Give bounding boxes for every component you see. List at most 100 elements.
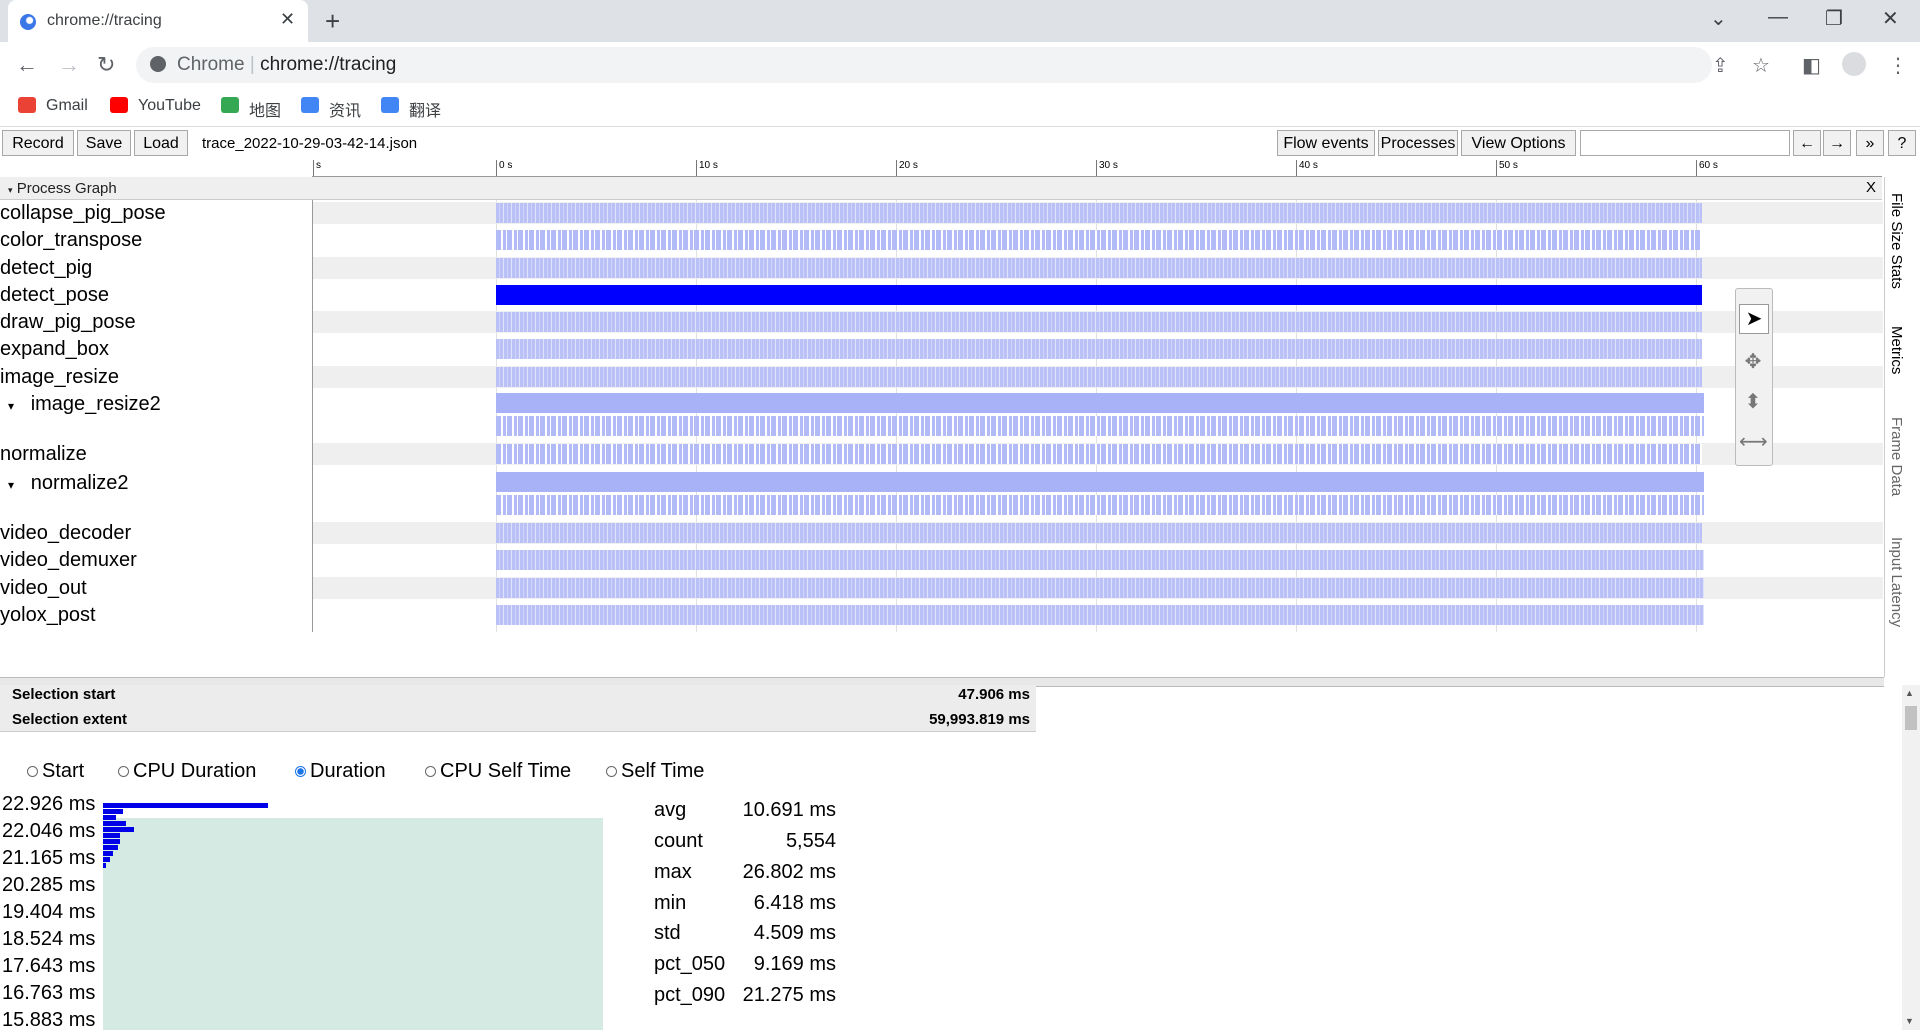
process-graph-header[interactable] bbox=[0, 177, 1882, 200]
side-panel-icon[interactable]: ◧ bbox=[1802, 53, 1821, 78]
record-button[interactable]: Record bbox=[2, 130, 74, 156]
radio-self-time[interactable]: Self Time bbox=[606, 760, 704, 783]
translate-icon bbox=[381, 97, 399, 113]
track-label[interactable]: expand_box bbox=[0, 338, 109, 361]
radio-cpu-self-time[interactable]: CPU Self Time bbox=[425, 760, 571, 783]
tab-search-icon[interactable]: ⌄ bbox=[1710, 6, 1727, 31]
minimize-button[interactable]: — bbox=[1768, 6, 1788, 29]
track-slices[interactable] bbox=[496, 393, 1704, 413]
scrollbar-thumb[interactable] bbox=[1905, 706, 1917, 730]
save-button[interactable]: Save bbox=[77, 130, 131, 156]
track-subslices[interactable] bbox=[496, 416, 1704, 436]
vertical-scrollbar[interactable] bbox=[1902, 685, 1920, 1030]
bookmark-gmail[interactable]: Gmail bbox=[46, 97, 88, 115]
radio-start[interactable]: Start bbox=[27, 760, 84, 783]
view-options-button[interactable]: View Options bbox=[1461, 130, 1576, 156]
pan-icon[interactable]: ✥ bbox=[1739, 348, 1767, 376]
flow-events-button[interactable]: Flow events bbox=[1277, 130, 1375, 156]
share-icon[interactable]: ⇪ bbox=[1712, 53, 1729, 78]
reload-icon[interactable]: ↻ bbox=[97, 52, 115, 78]
histogram-bar[interactable] bbox=[103, 833, 120, 838]
histogram-bar[interactable] bbox=[103, 821, 126, 826]
find-next-button[interactable]: → bbox=[1823, 130, 1851, 156]
track-label[interactable]: image_resize bbox=[0, 366, 119, 389]
select-icon[interactable]: ➤ bbox=[1739, 304, 1769, 334]
histogram-bar[interactable] bbox=[103, 803, 268, 808]
track-slices[interactable] bbox=[496, 444, 1702, 464]
histogram-bar[interactable] bbox=[103, 845, 118, 850]
histogram-bar[interactable] bbox=[103, 815, 116, 820]
track-slices[interactable] bbox=[496, 312, 1702, 332]
process-graph-close-button[interactable]: X bbox=[1866, 179, 1876, 196]
histogram-bar[interactable] bbox=[103, 857, 110, 862]
profile-avatar-icon[interactable] bbox=[1842, 52, 1866, 76]
find-prev-button[interactable]: ← bbox=[1793, 130, 1821, 156]
track-label-expanded[interactable]: ▾ image_resize2 bbox=[8, 393, 161, 416]
histogram-bar[interactable] bbox=[103, 827, 134, 832]
radio-circle[interactable] bbox=[295, 766, 306, 777]
track-label[interactable]: collapse_pig_pose bbox=[0, 202, 166, 225]
address-text: Chrome | chrome://tracing bbox=[177, 54, 397, 75]
radio-circle[interactable] bbox=[425, 766, 436, 777]
timing-icon[interactable]: ⟷ bbox=[1739, 428, 1768, 456]
track-label[interactable]: yolox_post bbox=[0, 604, 96, 627]
track-label-expanded[interactable]: ▾ normalize2 bbox=[8, 472, 129, 495]
track-slices[interactable] bbox=[496, 472, 1704, 492]
processes-button[interactable]: Processes bbox=[1378, 130, 1458, 156]
radio-circle[interactable] bbox=[118, 766, 129, 777]
histogram-bar[interactable] bbox=[103, 809, 123, 814]
track-slices[interactable] bbox=[496, 285, 1702, 305]
side-tab-metrics[interactable]: Metrics bbox=[1888, 326, 1905, 374]
bookmark-maps[interactable]: 地图 bbox=[249, 97, 281, 121]
side-tab-frame-data[interactable]: Frame Data bbox=[1888, 417, 1905, 496]
expand-side-button[interactable]: » bbox=[1856, 130, 1884, 156]
track-slices[interactable] bbox=[496, 605, 1704, 625]
radio-cpu-duration[interactable]: CPU Duration bbox=[118, 760, 256, 783]
time-ruler[interactable] bbox=[312, 160, 1882, 177]
side-tab-input-latency[interactable]: Input Latency bbox=[1888, 537, 1905, 667]
radio-circle[interactable] bbox=[27, 766, 38, 777]
track-slices[interactable] bbox=[496, 230, 1702, 250]
track-slices[interactable] bbox=[496, 367, 1702, 387]
forward-icon[interactable]: → bbox=[58, 52, 80, 78]
menu-icon[interactable]: ⋮ bbox=[1888, 53, 1908, 78]
load-button[interactable]: Load bbox=[134, 130, 188, 156]
track-slices[interactable] bbox=[496, 523, 1702, 543]
close-window-button[interactable]: ✕ bbox=[1882, 6, 1899, 31]
track-label[interactable]: color_transpose bbox=[0, 229, 142, 252]
help-button[interactable]: ? bbox=[1888, 130, 1916, 156]
track-slices[interactable] bbox=[496, 550, 1704, 570]
histogram-label: 20.285 ms bbox=[2, 874, 96, 896]
side-tab-file-size-stats[interactable]: File Size Stats bbox=[1888, 193, 1905, 289]
track-slices[interactable] bbox=[496, 339, 1702, 359]
track-slices[interactable] bbox=[496, 578, 1704, 598]
track-label[interactable]: draw_pig_pose bbox=[0, 311, 136, 334]
track-label[interactable]: video_decoder bbox=[0, 522, 131, 545]
track-label[interactable]: detect_pig bbox=[0, 257, 92, 280]
back-icon[interactable]: ← bbox=[16, 52, 38, 78]
track-label[interactable]: video_out bbox=[0, 577, 87, 600]
new-tab-button[interactable]: + bbox=[325, 6, 340, 37]
track-slices[interactable] bbox=[496, 258, 1702, 278]
track-subslices[interactable] bbox=[496, 495, 1704, 515]
radio-circle[interactable] bbox=[606, 766, 617, 777]
track-slices[interactable] bbox=[496, 203, 1702, 223]
histogram-bar[interactable] bbox=[103, 839, 120, 844]
bookmark-star-icon[interactable]: ☆ bbox=[1752, 53, 1770, 78]
histogram-bar[interactable] bbox=[103, 863, 106, 868]
close-tab-icon[interactable]: ✕ bbox=[280, 9, 295, 30]
find-input[interactable] bbox=[1580, 130, 1790, 156]
bookmark-news[interactable]: 资讯 bbox=[329, 97, 361, 121]
bookmark-youtube[interactable]: YouTube bbox=[138, 97, 201, 115]
zoom-icon[interactable]: ⬍ bbox=[1739, 388, 1767, 416]
track-label[interactable]: detect_pose bbox=[0, 284, 109, 307]
bookmark-translate[interactable]: 翻译 bbox=[409, 97, 441, 121]
histogram-bar[interactable] bbox=[103, 851, 113, 856]
track-label[interactable]: video_demuxer bbox=[0, 549, 137, 572]
radio-duration[interactable]: Duration bbox=[295, 760, 386, 783]
track-label[interactable]: normalize bbox=[0, 443, 87, 466]
scroll-down-icon[interactable]: ▼ bbox=[1905, 1016, 1914, 1026]
chrome-page-icon bbox=[150, 56, 166, 72]
scroll-up-icon[interactable]: ▲ bbox=[1905, 688, 1914, 698]
restore-button[interactable]: ❐ bbox=[1825, 6, 1843, 31]
